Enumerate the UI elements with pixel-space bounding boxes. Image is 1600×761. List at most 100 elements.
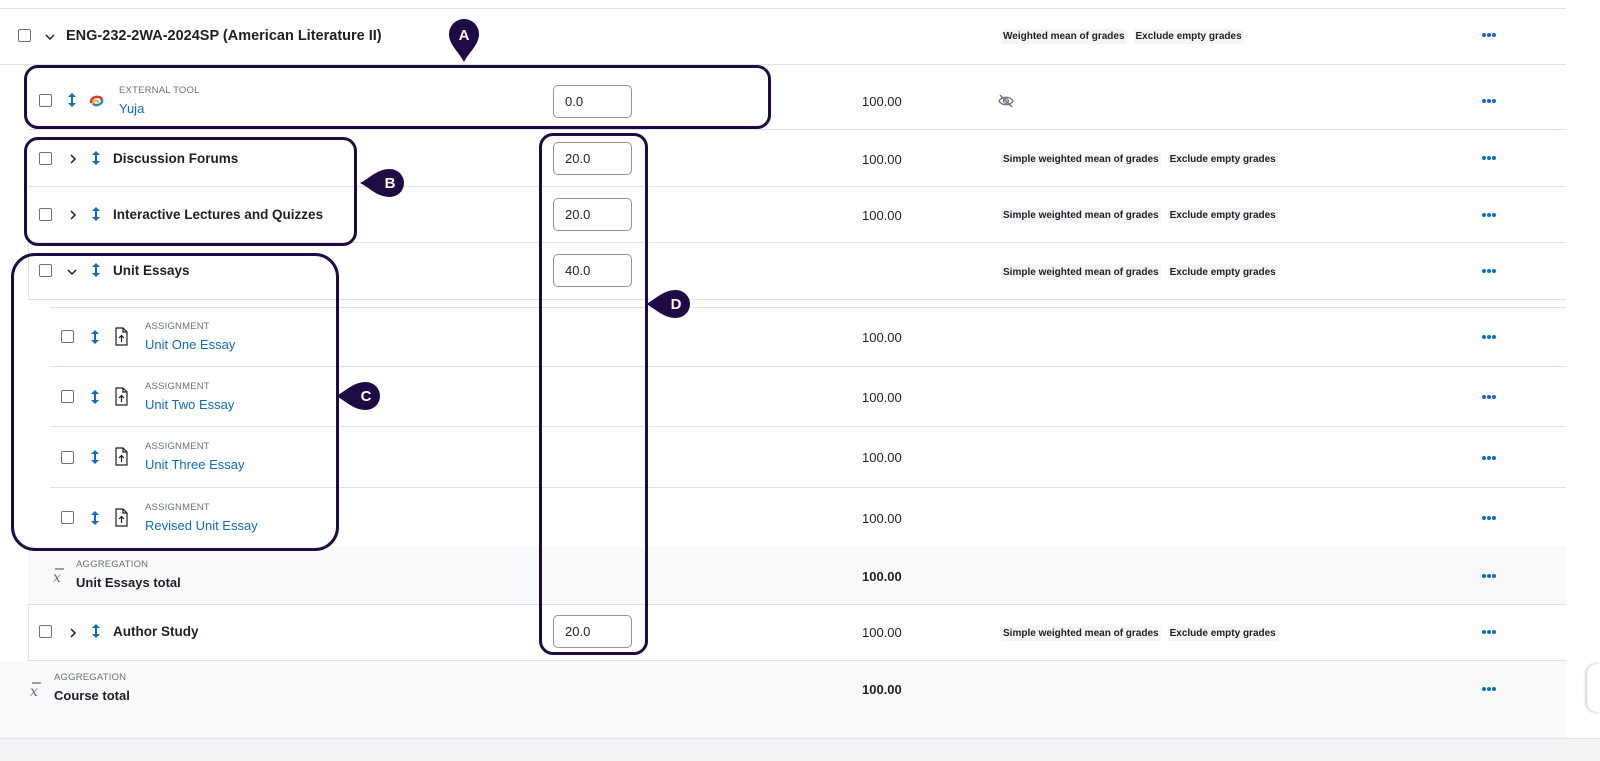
ellipsis-menu-icon[interactable] bbox=[1482, 573, 1498, 579]
author-study-badges: Simple weighted mean of grades Exclude e… bbox=[1001, 626, 1278, 641]
svg-text:x: x bbox=[30, 684, 38, 698]
lectures-title: Interactive Lectures and Quizzes bbox=[113, 207, 324, 222]
chevron-right-icon[interactable] bbox=[66, 208, 80, 222]
exclude-empty-badge: Exclude empty grades bbox=[1167, 152, 1278, 167]
exclude-empty-badge: Exclude empty grades bbox=[1167, 208, 1278, 223]
course-total-max-grade: 100.00 bbox=[862, 682, 902, 697]
discussion-weight-input[interactable]: 20.0 bbox=[553, 142, 632, 175]
essay1-max-grade: 100.00 bbox=[862, 330, 902, 345]
author-study-max-grade: 100.00 bbox=[862, 625, 902, 640]
ellipsis-menu-icon[interactable] bbox=[1482, 455, 1498, 461]
callout-pin-a: A bbox=[449, 19, 479, 62]
unit-essays-row bbox=[28, 243, 1566, 300]
chevron-down-icon[interactable] bbox=[65, 265, 79, 279]
yuja-row bbox=[28, 73, 1566, 130]
ellipsis-menu-icon[interactable] bbox=[1482, 686, 1498, 692]
course-title: ENG-232-2WA-2024SP (American Literature … bbox=[66, 28, 382, 44]
unit-total-title: Unit Essays total bbox=[76, 575, 181, 590]
essay2-link[interactable]: Unit Two Essay bbox=[145, 397, 234, 412]
x-bar-mean-icon: x bbox=[30, 682, 41, 698]
essay1-link[interactable]: Unit One Essay bbox=[145, 337, 235, 352]
move-arrows-icon[interactable] bbox=[67, 92, 77, 108]
callout-label-c: C bbox=[361, 388, 372, 405]
move-arrows-icon[interactable] bbox=[91, 623, 101, 639]
essay4-row bbox=[50, 488, 1566, 546]
author-study-row bbox=[28, 604, 1566, 661]
ellipsis-menu-icon[interactable] bbox=[1482, 155, 1498, 161]
ellipsis-menu-icon[interactable] bbox=[1482, 515, 1498, 521]
ellipsis-menu-icon[interactable] bbox=[1482, 212, 1498, 218]
ellipsis-menu-icon[interactable] bbox=[1482, 394, 1498, 400]
unit-essays-title: Unit Essays bbox=[113, 263, 190, 278]
move-arrows-icon[interactable] bbox=[91, 150, 101, 166]
yuja-link[interactable]: Yuja bbox=[119, 101, 144, 116]
item-type-label: AGGREGATION bbox=[76, 559, 149, 570]
page-footer-strip bbox=[0, 738, 1600, 761]
item-type-label: ASSIGNMENT bbox=[145, 441, 210, 452]
move-arrows-icon[interactable] bbox=[90, 389, 100, 405]
yuja-checkbox[interactable] bbox=[39, 94, 52, 107]
exclude-empty-badge: Exclude empty grades bbox=[1167, 265, 1278, 280]
lectures-max-grade: 100.00 bbox=[862, 208, 902, 223]
essay3-link[interactable]: Unit Three Essay bbox=[145, 457, 244, 472]
discussion-max-grade: 100.00 bbox=[862, 152, 902, 167]
assignment-upload-icon bbox=[115, 447, 128, 466]
item-type-label: ASSIGNMENT bbox=[145, 321, 210, 332]
ellipsis-menu-icon[interactable] bbox=[1482, 98, 1498, 104]
unit-essays-weight-input[interactable]: 40.0 bbox=[553, 254, 632, 287]
course-checkbox[interactable] bbox=[18, 29, 31, 42]
assignment-upload-icon bbox=[115, 327, 128, 346]
aggregation-badge: Simple weighted mean of grades bbox=[1001, 152, 1161, 167]
unit-essays-badges: Simple weighted mean of grades Exclude e… bbox=[1001, 265, 1278, 280]
item-type-label: ASSIGNMENT bbox=[145, 502, 210, 513]
callout-pin-d: D bbox=[646, 290, 690, 318]
lectures-badges: Simple weighted mean of grades Exclude e… bbox=[1001, 208, 1278, 223]
unit-total-max-grade: 100.00 bbox=[862, 569, 902, 584]
ellipsis-menu-icon[interactable] bbox=[1482, 629, 1498, 635]
author-study-weight-input[interactable]: 20.0 bbox=[553, 615, 632, 648]
course-total-row bbox=[0, 661, 1566, 738]
ellipsis-menu-icon[interactable] bbox=[1482, 268, 1498, 274]
svg-text:x: x bbox=[53, 570, 61, 584]
essay3-checkbox[interactable] bbox=[61, 451, 74, 464]
assignment-upload-icon bbox=[115, 387, 128, 406]
discussion-row bbox=[28, 130, 1566, 187]
chevron-right-icon[interactable] bbox=[66, 152, 80, 166]
ellipsis-menu-icon[interactable] bbox=[1482, 32, 1498, 38]
discussion-title: Discussion Forums bbox=[113, 151, 239, 166]
discussion-checkbox[interactable] bbox=[39, 152, 52, 165]
move-arrows-icon[interactable] bbox=[90, 449, 100, 465]
essay4-checkbox[interactable] bbox=[61, 511, 74, 524]
item-type-label: ASSIGNMENT bbox=[145, 381, 210, 392]
chevron-right-icon[interactable] bbox=[66, 626, 80, 640]
move-arrows-icon[interactable] bbox=[91, 262, 101, 278]
author-study-checkbox[interactable] bbox=[39, 625, 52, 638]
eye-slash-icon bbox=[998, 94, 1014, 108]
drawer-toggle-tab[interactable] bbox=[1587, 664, 1600, 712]
x-bar-mean-icon: x bbox=[53, 568, 64, 584]
discussion-badges: Simple weighted mean of grades Exclude e… bbox=[1001, 152, 1278, 167]
essay1-checkbox[interactable] bbox=[61, 330, 74, 343]
lectures-checkbox[interactable] bbox=[39, 208, 52, 221]
move-arrows-icon[interactable] bbox=[90, 329, 100, 345]
unit-total-row bbox=[28, 546, 1566, 604]
yuja-weight-input[interactable]: 0.0 bbox=[553, 85, 632, 118]
lectures-weight-input[interactable]: 20.0 bbox=[553, 198, 632, 231]
move-arrows-icon[interactable] bbox=[90, 510, 100, 526]
ellipsis-menu-icon[interactable] bbox=[1482, 334, 1498, 340]
exclude-empty-badge: Exclude empty grades bbox=[1167, 626, 1278, 641]
yuja-max-grade: 100.00 bbox=[862, 94, 902, 109]
aggregation-badge: Simple weighted mean of grades bbox=[1001, 208, 1161, 223]
essay3-max-grade: 100.00 bbox=[862, 450, 902, 465]
essay2-checkbox[interactable] bbox=[61, 390, 74, 403]
move-arrows-icon[interactable] bbox=[91, 206, 101, 222]
essay2-max-grade: 100.00 bbox=[862, 390, 902, 405]
exclude-empty-badge: Exclude empty grades bbox=[1133, 29, 1244, 44]
callout-pin-c: C bbox=[336, 382, 380, 410]
essay4-link[interactable]: Revised Unit Essay bbox=[145, 518, 258, 533]
callout-label-a: A bbox=[459, 27, 470, 44]
item-type-label: AGGREGATION bbox=[54, 672, 127, 683]
unit-essays-checkbox[interactable] bbox=[39, 264, 52, 277]
author-study-title: Author Study bbox=[113, 624, 199, 639]
chevron-down-icon[interactable] bbox=[43, 30, 57, 44]
